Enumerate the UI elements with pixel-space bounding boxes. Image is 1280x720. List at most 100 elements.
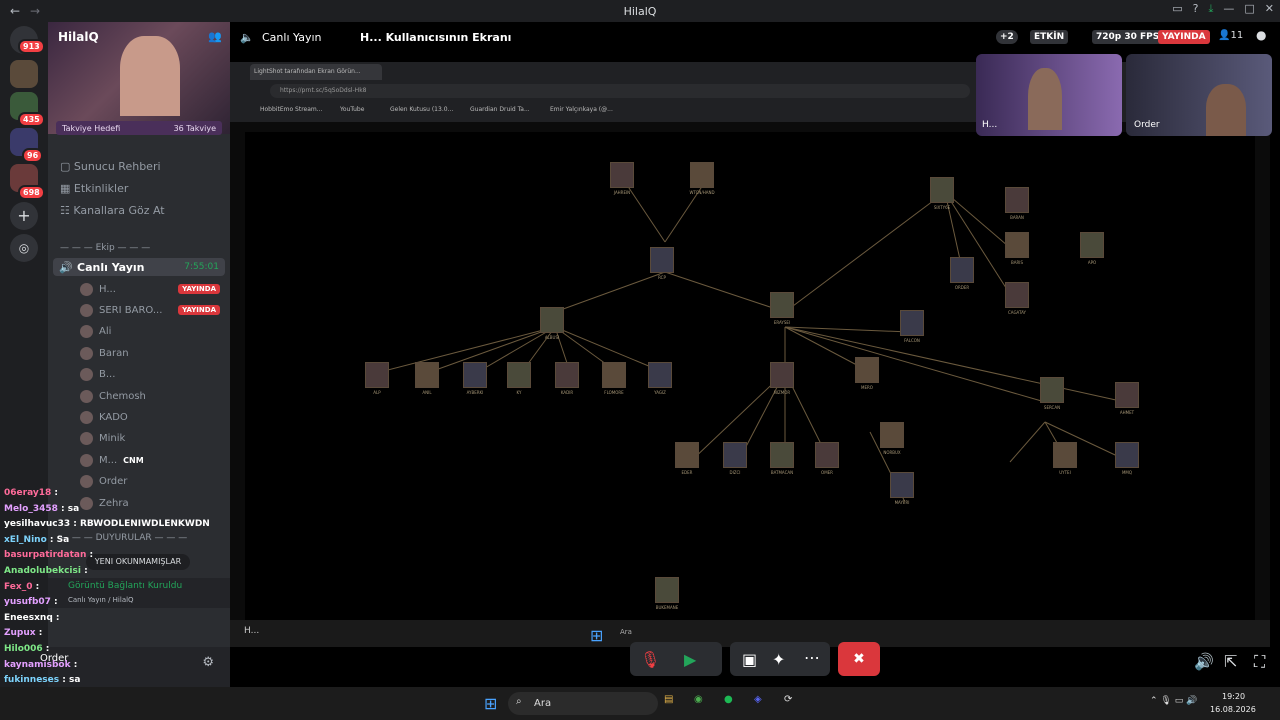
- graph-node-label: ANIL: [422, 390, 432, 395]
- close-icon[interactable]: ✕: [1265, 2, 1274, 16]
- boost-goal-bar[interactable]: Takviye Hedefi 36 Takviye: [56, 121, 222, 135]
- chat-message: Anadolubekcisi :: [4, 566, 88, 576]
- chat-message: Hilo006 :: [4, 644, 49, 654]
- bookmark[interactable]: Guardian Druid Ta...: [470, 106, 530, 113]
- tray-icons[interactable]: ⌃ 🎙 ▭ 🔊: [1150, 696, 1197, 706]
- voice-user-name: KADO: [99, 411, 128, 423]
- chat-message: Eneesxnq :: [4, 613, 60, 623]
- graph-node: [855, 357, 879, 383]
- more-icon[interactable]: ⋯: [804, 648, 820, 667]
- relationship-graph: JAHREIN WTCN/HAND RCP ALBUSI ALP ANIL AYBERKI K…: [245, 132, 1255, 622]
- popout-icon[interactable]: ⇱: [1224, 652, 1237, 671]
- menu-server-guide[interactable]: ▢ Sunucu Rehberi: [60, 160, 161, 173]
- event-badge[interactable]: ETKİN: [1030, 30, 1069, 44]
- chat-separator: :: [57, 503, 68, 514]
- graph-node-label: WTCN/HAND: [689, 190, 715, 195]
- taskbar-search[interactable]: ⌕ Ara: [508, 692, 658, 715]
- bookmark[interactable]: Gelen Kutusu (13.0...: [390, 106, 453, 113]
- file-explorer-icon[interactable]: ▤: [664, 694, 673, 705]
- graph-node: [890, 472, 914, 498]
- menu-label: Etkinlikler: [73, 182, 129, 195]
- inner-search: Ara: [620, 628, 632, 636]
- chat-username: xEl_Nino: [4, 534, 47, 545]
- start-icon[interactable]: ⊞: [484, 694, 497, 713]
- voice-user[interactable]: SERI BARO... YAYINDA: [80, 301, 225, 319]
- minimize-icon[interactable]: —: [1223, 2, 1234, 16]
- share-screen-icon[interactable]: ▣: [742, 650, 757, 669]
- download-icon[interactable]: ⤓: [1209, 2, 1214, 16]
- graph-node: [650, 247, 674, 273]
- voice-user[interactable]: Ali: [80, 323, 225, 341]
- graph-node: [648, 362, 672, 388]
- chat-message: kaynamisbok :: [4, 660, 77, 670]
- chat-username: Eneesxnq: [4, 612, 53, 623]
- graph-node: [415, 362, 439, 388]
- camera-icon[interactable]: ▶: [684, 650, 696, 669]
- voice-user[interactable]: Chemosh: [80, 387, 225, 405]
- boost-goal-label: Takviye Hedefi: [62, 123, 121, 133]
- user-tag: CNM: [123, 455, 144, 465]
- discord-icon[interactable]: ◈: [754, 694, 762, 705]
- activities-icon[interactable]: ✦: [772, 650, 785, 669]
- server-icon[interactable]: [10, 60, 38, 88]
- shared-screen[interactable]: LightShot tarafından Ekran Görün... http…: [230, 62, 1270, 647]
- participant-video-1[interactable]: H...: [976, 54, 1122, 136]
- voice-user[interactable]: Minik: [80, 430, 225, 448]
- server-name[interactable]: HilalQ: [58, 30, 99, 44]
- avatar: [80, 303, 93, 317]
- inbox-icon[interactable]: ▭: [1172, 2, 1182, 16]
- chat-message: 06eray18 :: [4, 488, 58, 498]
- graph-node-label: ORDER: [954, 285, 970, 290]
- mention-badge: 96: [22, 148, 44, 163]
- add-member-icon[interactable]: 👥: [208, 30, 222, 43]
- browser-url[interactable]: https://prnt.sc/5qSoDdsl-Hk8: [270, 84, 970, 98]
- participant-avatar: [1206, 84, 1246, 136]
- graph-node-label: ALBUSI: [544, 335, 560, 340]
- app-icon[interactable]: ⟳: [784, 694, 792, 705]
- mute-group[interactable]: 🎙 ▶: [630, 642, 722, 676]
- disconnect-button[interactable]: ✖: [838, 642, 880, 676]
- menu-label: Kanallara Göz At: [73, 204, 165, 217]
- taskbar-search-text: Ara: [534, 698, 552, 709]
- bookmark[interactable]: YouTube: [340, 106, 364, 113]
- bookmark[interactable]: HobbitEmo Stream...: [260, 106, 322, 113]
- voice-user[interactable]: Baran: [80, 344, 225, 362]
- spotify-icon[interactable]: ●: [724, 694, 733, 705]
- menu-label: Sunucu Rehberi: [73, 160, 161, 173]
- explore-icon[interactable]: ◎: [10, 234, 38, 262]
- mic-muted-icon[interactable]: 🎙: [640, 650, 660, 669]
- voice-user[interactable]: B...: [80, 366, 225, 384]
- live-badge: YAYINDA: [178, 284, 220, 294]
- voice-user[interactable]: M... CNM: [80, 451, 225, 469]
- chat-separator: :: [52, 612, 60, 623]
- voice-user[interactable]: KADO: [80, 408, 225, 426]
- graph-node: [675, 442, 699, 468]
- graph-node-label: MAYERI: [894, 500, 910, 505]
- extra-viewers-badge[interactable]: +2: [996, 30, 1018, 44]
- category-ekip[interactable]: — — — Ekip — — —: [60, 243, 150, 253]
- help-icon[interactable]: ?: [1193, 2, 1199, 16]
- add-server-icon[interactable]: +: [10, 202, 38, 230]
- bookmark[interactable]: Emir Yalçınkaya (@...: [550, 106, 613, 113]
- chat-icon[interactable]: ●: [1256, 28, 1266, 42]
- mention-badge: 698: [18, 185, 45, 200]
- taskbar-time: 19:20: [1222, 692, 1246, 701]
- windows-taskbar: ⊞ ⌕ Ara ▤ ◉ ● ◈ ⟳ ⌃ 🎙 ▭ 🔊 19:20 16.08.20…: [0, 687, 1280, 720]
- fullscreen-icon[interactable]: ⛶: [1254, 652, 1265, 672]
- chrome-icon[interactable]: ◉: [694, 694, 703, 705]
- graph-node: [1080, 232, 1104, 258]
- chat-separator: :: [42, 644, 50, 654]
- chat-message: basurpatirdatan :: [4, 550, 93, 560]
- menu-events[interactable]: ▦ Etkinlikler: [60, 182, 128, 195]
- participant-video-2[interactable]: Order: [1126, 54, 1272, 136]
- channel-name[interactable]: Canlı Yayın: [262, 31, 322, 44]
- graph-node: [365, 362, 389, 388]
- volume-icon[interactable]: 🔊: [1194, 652, 1214, 671]
- browser-tab[interactable]: LightShot tarafından Ekran Görün...: [250, 64, 382, 80]
- menu-browse-channels[interactable]: ☷ Kanallara Göz At: [60, 204, 165, 217]
- graph-node-label: OMER: [821, 470, 833, 475]
- voice-channel[interactable]: 🔊 Canlı Yayın 7:55:01: [53, 258, 225, 276]
- maximize-icon[interactable]: □: [1244, 2, 1254, 16]
- viewers-icon[interactable]: 👤11: [1218, 30, 1243, 41]
- voice-user[interactable]: H... YAYINDA: [80, 280, 225, 298]
